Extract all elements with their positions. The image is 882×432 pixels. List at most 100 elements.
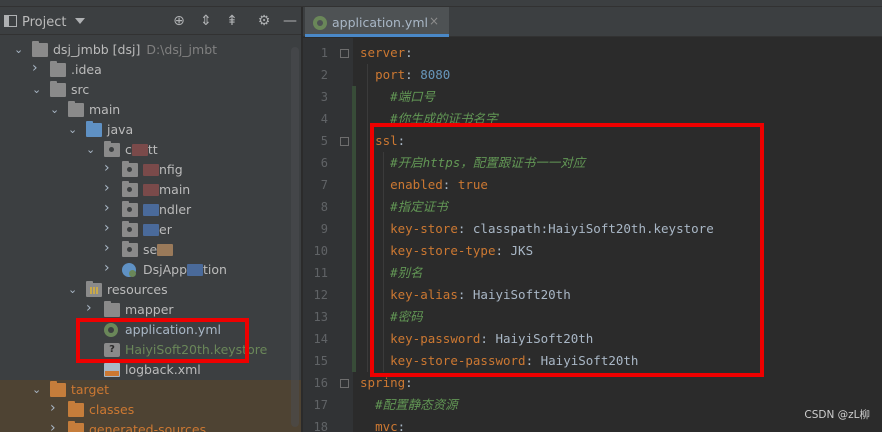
indent-guide: [367, 64, 368, 372]
package-icon: [122, 221, 138, 237]
chevron-right-icon[interactable]: ›: [104, 221, 114, 235]
tree-item-label: target: [71, 382, 110, 397]
redacted-text: [143, 164, 159, 176]
tree-item-label: c tt: [125, 142, 158, 157]
chevron-right-icon[interactable]: ›: [104, 261, 114, 275]
tree-item-label: .idea: [71, 62, 102, 77]
tree-item-label: generated-sources: [89, 422, 207, 432]
locate-icon[interactable]: ⊕: [171, 13, 187, 29]
line-number: 18: [313, 420, 328, 432]
chevron-down-icon[interactable]: ⌄: [32, 83, 42, 97]
folder-icon: [50, 61, 66, 77]
tree-row-target[interactable]: ⌄ target: [0, 380, 301, 400]
chevron-down-icon[interactable]: ⌄: [14, 43, 24, 57]
chevron-right-icon[interactable]: ›: [86, 301, 96, 315]
chevron-right-icon[interactable]: ›: [104, 161, 114, 175]
chevron-right-icon[interactable]: ›: [50, 401, 60, 415]
chevron-right-icon[interactable]: ›: [50, 421, 60, 432]
tree-item-label: ndler: [143, 202, 191, 217]
tree-row-c[interactable]: ⌄ c tt: [0, 140, 301, 160]
line-number: 8: [320, 200, 328, 214]
package-icon: [122, 201, 138, 217]
tree-item-path-hint: D:\dsj_jmbt: [146, 42, 218, 57]
code-line[interactable]: #端口号: [360, 86, 435, 108]
code-line[interactable]: server:: [360, 42, 413, 64]
line-number-gutter: 1 2 3 4 5 6 7 8 9 10 11 12 13 14 15 16 17 18: [303, 38, 356, 432]
tree-item-label: DsjApp tion: [143, 262, 227, 277]
line-number: 14: [313, 332, 328, 346]
package-icon: [122, 161, 138, 177]
module-icon: [32, 41, 48, 57]
tree-row-se[interactable]: › se: [0, 240, 301, 260]
tree-row-nfig[interactable]: › nfig: [0, 160, 301, 180]
chevron-down-icon[interactable]: ⌄: [32, 383, 42, 397]
tree-item-label: src: [71, 82, 90, 97]
project-panel-title[interactable]: Project: [22, 15, 66, 30]
fold-marker-icon[interactable]: [340, 49, 349, 58]
tree-row-ndler[interactable]: › ndler: [0, 200, 301, 220]
tree-row-er[interactable]: › er: [0, 220, 301, 240]
tree-item-label: nfig: [143, 162, 183, 177]
tree-item-label: dsj_jmbb [dsj] D:\dsj_jmbt: [53, 42, 218, 57]
code-line[interactable]: port: 8080: [360, 64, 450, 86]
chevron-down-icon[interactable]: [75, 18, 85, 24]
chevron-right-icon[interactable]: ›: [32, 61, 42, 75]
folder-orange-icon: [50, 381, 66, 397]
code-line[interactable]: mvc:: [360, 416, 405, 432]
tree-item-label: mapper: [125, 302, 174, 317]
tree-row-mapper[interactable]: › mapper: [0, 300, 301, 320]
collapse-all-icon[interactable]: ⇞: [224, 13, 240, 29]
folder-icon: [50, 81, 66, 97]
chevron-down-icon[interactable]: ⌄: [68, 283, 78, 297]
tree-row-resources[interactable]: ⌄ resources: [0, 280, 301, 300]
chevron-right-icon[interactable]: ›: [104, 241, 114, 255]
tree-item-label: logback.xml: [125, 362, 201, 377]
redacted-text: [187, 264, 204, 276]
tree-item-label: main: [89, 102, 121, 117]
tree-row-java[interactable]: ⌄ java: [0, 120, 301, 140]
tab-label: application.yml: [332, 15, 428, 30]
line-number: 16: [313, 376, 328, 390]
project-tree-scrollbar[interactable]: [291, 47, 299, 427]
tab-application-yml[interactable]: application.yml ×: [305, 7, 449, 37]
redacted-text: [143, 184, 159, 196]
annotation-box-resources: [76, 318, 249, 363]
tree-row-dsj-jmbb-dsj-[interactable]: ⌄ dsj_jmbb [dsj] D:\dsj_jmbt: [0, 40, 301, 60]
project-panel-header: Project ⊕ ⇕ ⇞ ⚙ —: [0, 7, 301, 35]
tree-row--idea[interactable]: › .idea: [0, 60, 301, 80]
line-number: 6: [320, 156, 328, 170]
redacted-text: [143, 204, 159, 216]
package-icon: [122, 181, 138, 197]
code-line[interactable]: #配置静态资源: [360, 394, 458, 416]
tree-item-label: classes: [89, 402, 135, 417]
vcs-change-marker[interactable]: [352, 86, 356, 372]
tree-item-label: resources: [107, 282, 168, 297]
folder-resources-icon: [86, 281, 102, 297]
chevron-down-icon[interactable]: ⌄: [50, 103, 60, 117]
minimize-icon[interactable]: —: [282, 13, 298, 29]
chevron-right-icon[interactable]: ›: [104, 201, 114, 215]
tree-row-main[interactable]: › main: [0, 180, 301, 200]
close-tab-icon[interactable]: ×: [429, 14, 439, 28]
tree-row-logback-xml[interactable]: logback.xml: [0, 360, 301, 380]
chevron-down-icon[interactable]: ⌄: [68, 123, 78, 137]
folder-icon: [104, 301, 120, 317]
fold-marker-icon[interactable]: [340, 379, 349, 388]
tree-row-src[interactable]: ⌄ src: [0, 80, 301, 100]
chevron-right-icon[interactable]: ›: [104, 181, 114, 195]
tree-row-generated-sources[interactable]: › generated-sources: [0, 420, 301, 432]
tree-item-label: se: [143, 242, 174, 257]
fold-marker-icon[interactable]: [340, 137, 349, 146]
folder-orange-icon: [68, 401, 84, 417]
chevron-down-icon[interactable]: ⌄: [86, 143, 96, 157]
line-number: 5: [320, 134, 328, 148]
project-view-icon: [4, 15, 17, 27]
expand-all-icon[interactable]: ⇕: [198, 13, 214, 29]
gear-icon[interactable]: ⚙: [256, 13, 272, 29]
tree-row-main[interactable]: ⌄ main: [0, 100, 301, 120]
folder-blue-icon: [86, 121, 102, 137]
line-number: 12: [313, 288, 328, 302]
tree-row-classes[interactable]: › classes: [0, 400, 301, 420]
tree-row-dsjapp[interactable]: › DsjApp tion: [0, 260, 301, 280]
line-number: 2: [320, 68, 328, 82]
